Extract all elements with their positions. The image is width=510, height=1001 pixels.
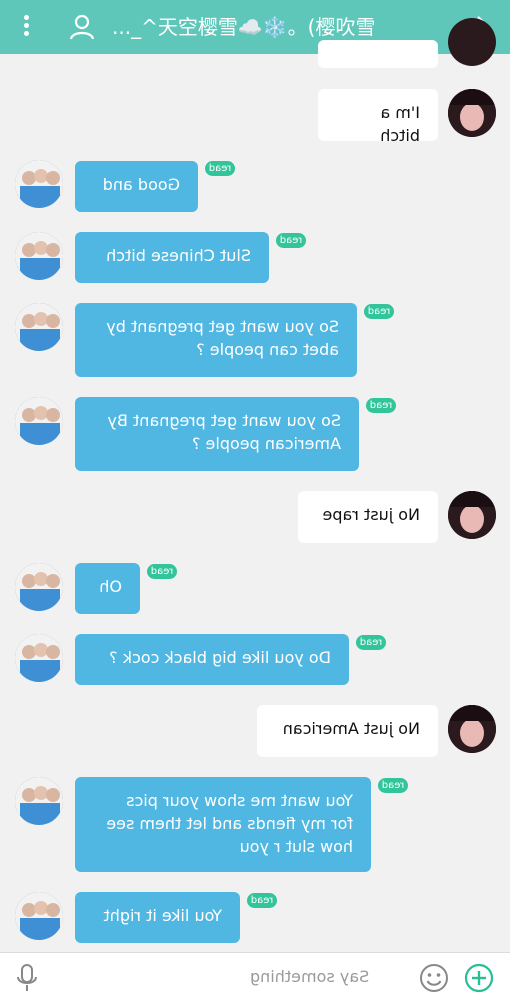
avatar[interactable] xyxy=(15,634,63,682)
read-badge: read xyxy=(356,635,386,650)
message-bubble: No just American xyxy=(257,705,438,757)
read-badge: read xyxy=(364,304,394,319)
avatar[interactable] xyxy=(448,89,496,137)
avatar[interactable] xyxy=(448,18,496,66)
read-badge: read xyxy=(205,161,235,176)
microphone-icon[interactable] xyxy=(14,963,40,993)
read-badge: read xyxy=(247,893,277,908)
message-bubble: Oh xyxy=(75,563,140,614)
avatar[interactable] xyxy=(15,303,63,351)
avatar[interactable] xyxy=(448,705,496,753)
message-bubble: Good and xyxy=(75,161,198,212)
message-input[interactable]: Say something xyxy=(250,964,400,990)
message-bubble: Slut Chinese bitch xyxy=(75,232,269,283)
message-bubble: Do you like big black cock ? xyxy=(75,634,349,685)
avatar[interactable] xyxy=(15,563,63,611)
read-badge: read xyxy=(147,564,177,579)
read-badge: read xyxy=(378,778,408,793)
message-bubble: You like it right xyxy=(75,892,240,943)
avatar[interactable] xyxy=(448,491,496,539)
avatar[interactable] xyxy=(15,397,63,445)
message-bubble: So you want get pregnant by abet can peo… xyxy=(75,303,357,377)
message-bubble-partial xyxy=(318,40,438,68)
avatar[interactable] xyxy=(15,160,63,208)
read-badge: read xyxy=(366,398,396,413)
message-bubble: You want me show your pics for my fiends… xyxy=(75,777,371,872)
smiley-icon[interactable] xyxy=(419,963,449,993)
chat-title: 天空樱雪☁️❄️。(樱吹雪^_... xyxy=(112,15,376,39)
avatar[interactable] xyxy=(15,777,63,825)
plus-circle-icon[interactable] xyxy=(464,963,494,993)
person-icon[interactable] xyxy=(68,12,96,42)
message-bubble: I'm a bitch xyxy=(318,89,438,145)
vertical-dots-icon[interactable] xyxy=(18,12,34,42)
avatar[interactable] xyxy=(15,892,63,940)
avatar[interactable] xyxy=(15,232,63,280)
composer-bar: Say something xyxy=(0,952,510,1001)
message-bubble: So you want get pregnant By American peo… xyxy=(75,397,359,471)
read-badge: read xyxy=(276,233,306,248)
message-bubble: No just rape xyxy=(298,491,438,543)
